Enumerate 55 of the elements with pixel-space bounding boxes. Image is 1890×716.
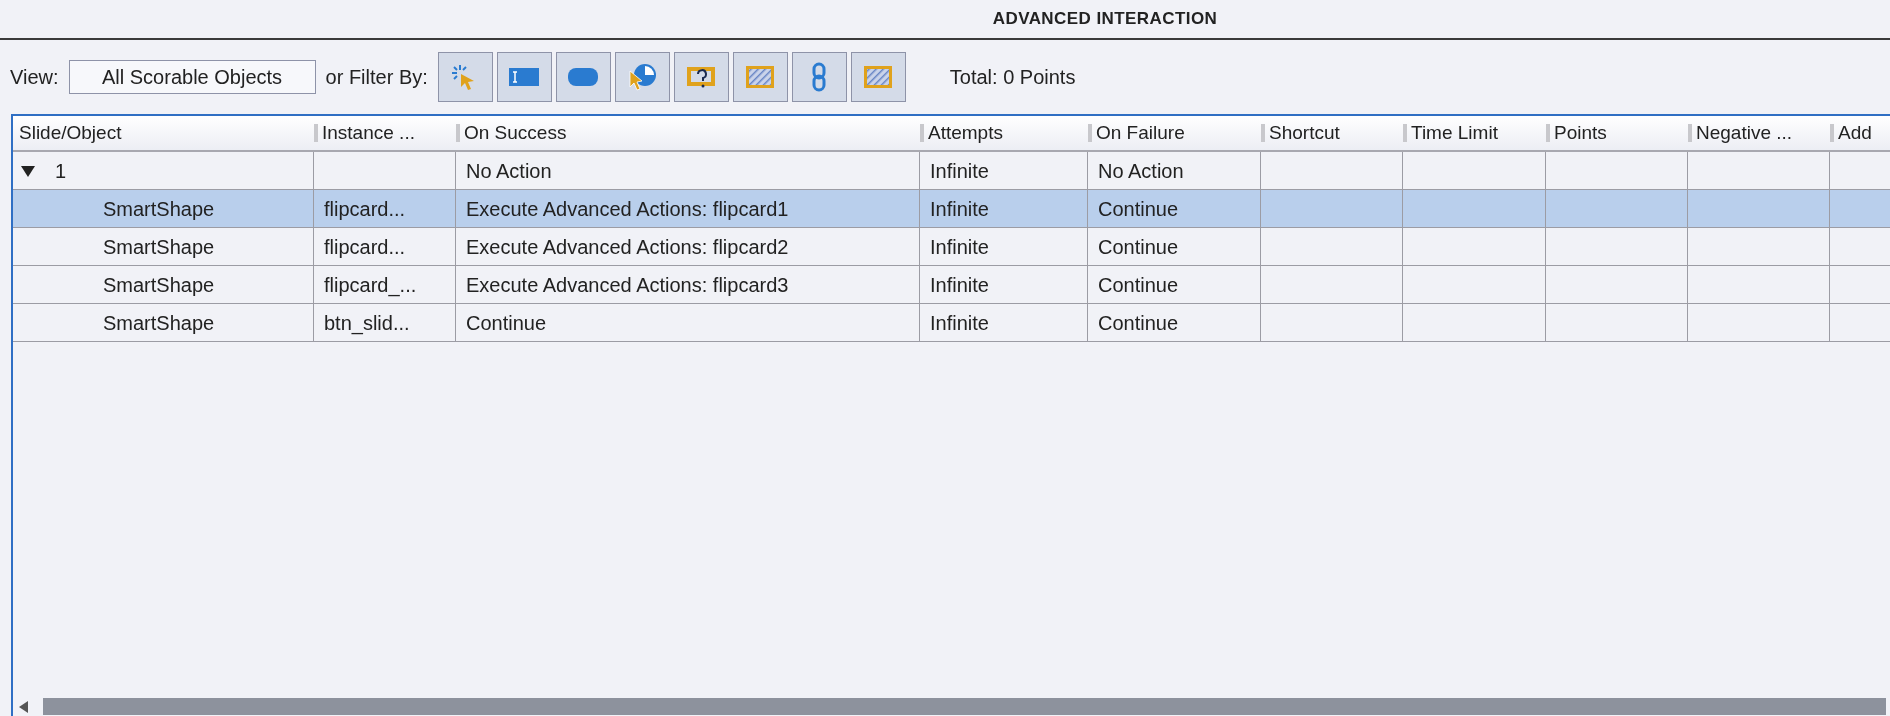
column-header[interactable]: Shortcut: [1269, 118, 1340, 148]
column-header[interactable]: Attempts: [928, 118, 1003, 148]
table-cell-text: Infinite: [930, 234, 989, 260]
table-cell-text: 1: [55, 158, 67, 184]
table-cell-text: SmartShape: [103, 196, 215, 222]
filter-button[interactable]: [437, 52, 493, 102]
table-cell-text: SmartShape: [103, 272, 215, 298]
table-cell-text: Execute Advanced Actions: flipcard3: [466, 272, 789, 298]
column-header[interactable]: Slide/Object: [19, 118, 122, 148]
filter-button[interactable]: [791, 52, 847, 102]
table-cell-text: Continue: [1098, 196, 1179, 222]
table-cell-text: No Action: [1098, 158, 1184, 184]
table-cell-text: SmartShape: [103, 234, 215, 260]
table-cell-text: Execute Advanced Actions: flipcard1: [466, 196, 789, 222]
column-header[interactable]: On Success: [464, 118, 567, 148]
table-row[interactable]: SmartShape flipcard... Execute Advanced Actions: flipcard2 Infinite Continue: [13, 228, 1890, 266]
filter-button[interactable]: [673, 52, 729, 102]
column-header[interactable]: Instance ...: [322, 118, 415, 148]
column-header[interactable]: Points: [1554, 118, 1607, 148]
view-dropdown[interactable]: All Scorable Objects: [68, 60, 316, 94]
column-header[interactable]: On Failure: [1096, 118, 1185, 148]
table-cell-text: Continue: [466, 310, 547, 336]
filter-button[interactable]: [732, 52, 788, 102]
filter-button[interactable]: [555, 52, 611, 102]
table-cell-text: Continue: [1098, 272, 1179, 298]
filter-label: or Filter By:: [325, 65, 428, 90]
view-label: View:: [10, 65, 59, 90]
table-cell-text: btn_slid...: [324, 310, 410, 337]
column-header[interactable]: Time Limit: [1411, 118, 1498, 148]
table-cell-text: Infinite: [930, 196, 989, 222]
horizontal-scrollbar[interactable]: [43, 698, 1886, 715]
table-cell-text: Execute Advanced Actions: flipcard2: [466, 234, 789, 260]
table-cell-text: Infinite: [930, 310, 989, 336]
column-header[interactable]: Negative ...: [1696, 118, 1793, 148]
table-cell-text: Continue: [1098, 234, 1179, 260]
scroll-left-icon[interactable]: [19, 700, 29, 713]
column-header[interactable]: Add: [1838, 118, 1872, 148]
filter-button[interactable]: [850, 52, 906, 102]
table-cell-text: Infinite: [930, 272, 989, 298]
table-cell-text: Infinite: [930, 158, 989, 184]
table-cell-text: flipcard...: [324, 234, 406, 260]
filter-button[interactable]: [496, 52, 552, 102]
filter-button[interactable]: [614, 52, 670, 102]
table-cell-text: flipcard...: [324, 196, 406, 222]
table-cell-text: No Action: [466, 158, 552, 184]
total-points: Total: 0 Points: [949, 65, 1076, 90]
table-row[interactable]: SmartShape flipcard_... Execute Advanced Actions: flipcard3 Infinite Continue: [13, 266, 1890, 304]
table-row[interactable]: 1 No Action Infinite No Action: [13, 152, 1890, 190]
table-row[interactable]: SmartShape btn_slid... Continue Infinite Continue: [13, 304, 1890, 342]
table-cell-text: SmartShape: [103, 310, 215, 336]
panel-title: ADVANCED INTERACTION: [992, 8, 1218, 31]
table-cell-text: flipcard_...: [324, 272, 417, 299]
collapse-arrow-icon[interactable]: [21, 163, 35, 178]
table-cell-text: Continue: [1098, 310, 1179, 336]
table-row[interactable]: SmartShape flipcard... Execute Advanced Actions: flipcard1 Infinite Continue: [13, 190, 1890, 228]
